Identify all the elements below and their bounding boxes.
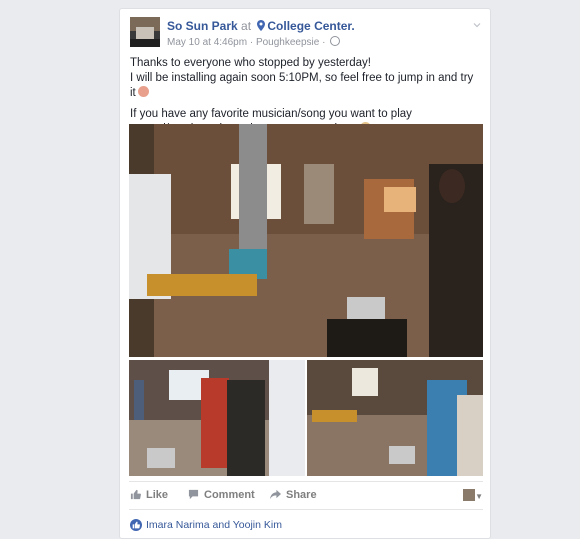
reaction-selector-caret-icon[interactable]: ▼ [475, 492, 483, 501]
post-line-2: I will be installing again soon 5:10PM, … [130, 72, 474, 99]
location-link[interactable]: Poughkeepsie [256, 37, 319, 48]
post-meta: May 10 at 4:46pm · Poughkeepsie · [167, 36, 341, 48]
share-button-label: Share [286, 489, 317, 501]
actions-divider-top [129, 481, 483, 482]
viewer-avatar[interactable] [463, 489, 475, 501]
post-paragraph-1: Thanks to everyone who stopped by yester… [130, 56, 482, 101]
author-avatar[interactable] [130, 17, 160, 47]
like-icon [130, 489, 141, 500]
actions-divider-bottom [129, 509, 483, 510]
map-pin-icon [257, 20, 266, 34]
globe-icon[interactable] [330, 36, 341, 46]
like-button[interactable]: Like [130, 489, 168, 501]
comment-icon [188, 489, 199, 500]
post-photo-main[interactable] [129, 124, 483, 357]
post-card: So Sun Park at College Center. May 10 at… [119, 8, 491, 539]
comment-button-label: Comment [204, 489, 255, 501]
post-photo-right[interactable] [307, 360, 483, 476]
post-timestamp-link[interactable]: May 10 at 4:46pm [167, 37, 247, 48]
reaction-names[interactable]: Imara Narima and Yoojin Kim [146, 519, 282, 531]
post-header: So Sun Park at College Center. [167, 19, 355, 34]
chevron-down-icon[interactable] [473, 21, 481, 29]
reactions-summary[interactable]: Imara Narima and Yoojin Kim [130, 519, 282, 531]
place-link[interactable]: College Center. [267, 19, 354, 33]
meta-separator-2: · [322, 37, 326, 48]
meta-separator: · [249, 37, 254, 48]
share-button[interactable]: Share [270, 489, 317, 501]
post-line-1: Thanks to everyone who stopped by yester… [130, 57, 372, 69]
heart-emoji-icon [137, 86, 149, 97]
author-name-link[interactable]: So Sun Park [167, 19, 238, 33]
like-badge-icon [130, 519, 142, 531]
comment-button[interactable]: Comment [188, 489, 255, 501]
like-button-label: Like [146, 489, 169, 501]
share-icon [270, 489, 281, 500]
at-text: at [241, 19, 252, 33]
post-photo-left[interactable] [129, 360, 305, 476]
